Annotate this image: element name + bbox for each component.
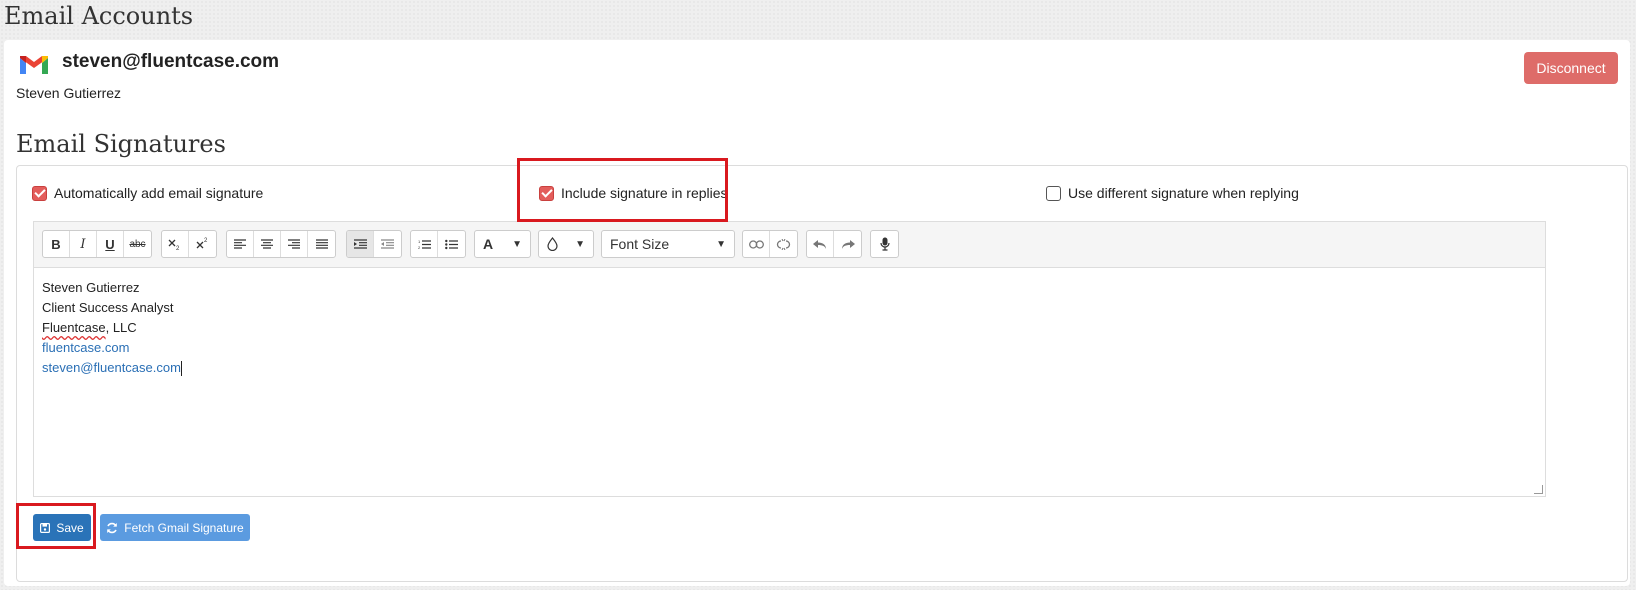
save-button-label: Save: [56, 520, 84, 535]
droplet-icon: [547, 237, 558, 251]
include-in-replies-checkbox[interactable]: Include signature in replies: [539, 185, 728, 201]
signature-content-area[interactable]: Steven Gutierrez Client Success Analyst …: [34, 268, 1545, 388]
italic-button[interactable]: I: [70, 231, 97, 257]
align-justify-icon[interactable]: [308, 231, 335, 257]
svg-text:2: 2: [204, 238, 208, 244]
svg-text:1: 1: [418, 239, 421, 244]
undo-icon[interactable]: [807, 231, 834, 257]
microphone-icon[interactable]: [871, 231, 898, 257]
checkbox-checked-icon[interactable]: [539, 185, 554, 201]
font-size-label: Font Size: [610, 236, 670, 252]
caret-down-icon: ▼: [575, 238, 585, 250]
list-group: 12: [410, 230, 466, 258]
indent-icon[interactable]: [347, 231, 374, 257]
signature-email-link[interactable]: steven@fluentcase.com: [42, 360, 181, 375]
align-center-icon[interactable]: [254, 231, 281, 257]
link-icon[interactable]: [743, 231, 770, 257]
font-color-dropdown[interactable]: A ▼: [474, 230, 531, 258]
redo-icon[interactable]: [834, 231, 861, 257]
different-reply-signature-label: Use different signature when replying: [1068, 185, 1299, 201]
signatures-section-title: Email Signatures: [16, 130, 226, 158]
unordered-list-icon[interactable]: [438, 231, 465, 257]
checkbox-unchecked-icon[interactable]: [1046, 185, 1061, 201]
floppy-disk-icon: [40, 522, 51, 533]
text-cursor: [180, 361, 182, 377]
save-button[interactable]: Save: [33, 514, 91, 541]
font-size-dropdown[interactable]: Font Size ▼: [601, 230, 735, 258]
voice-group: [870, 230, 899, 258]
page-title: Email Accounts: [4, 2, 194, 30]
fetch-gmail-signature-label: Fetch Gmail Signature: [124, 520, 244, 535]
auto-add-signature-label: Automatically add email signature: [54, 185, 264, 201]
signature-editor: B I U abc 2 2 1 2 A ▼ ▼ Font Size ▼ Stev…: [33, 221, 1546, 497]
signature-line-title: Client Success Analyst: [42, 300, 174, 315]
disconnect-button[interactable]: Disconnect: [1524, 52, 1618, 84]
account-email: steven@fluentcase.com: [62, 51, 280, 72]
underline-button[interactable]: U: [97, 231, 124, 257]
signature-website-link[interactable]: fluentcase.com: [42, 338, 1537, 358]
strikethrough-button[interactable]: abc: [124, 231, 151, 257]
bold-button[interactable]: B: [43, 231, 70, 257]
different-reply-signature-checkbox[interactable]: Use different signature when replying: [1046, 185, 1299, 201]
text-style-group: B I U abc: [42, 230, 152, 258]
company-suffix: , LLC: [105, 320, 137, 335]
signature-panel: Automatically add email signature Includ…: [16, 165, 1628, 582]
link-group: [742, 230, 798, 258]
background-color-dropdown[interactable]: ▼: [538, 230, 594, 258]
ordered-list-icon[interactable]: 12: [411, 231, 438, 257]
history-group: [806, 230, 862, 258]
resize-handle-icon[interactable]: [1534, 485, 1543, 494]
svg-text:2: 2: [418, 245, 421, 250]
signature-line-name: Steven Gutierrez: [42, 280, 140, 295]
signature-line-company: Fluentcase, LLC: [42, 318, 1537, 338]
alignment-group: [226, 230, 336, 258]
account-name: Steven Gutierrez: [16, 85, 122, 101]
caret-down-icon: ▼: [716, 238, 726, 250]
align-right-icon[interactable]: [281, 231, 308, 257]
misspelled-word: Fluentcase: [42, 320, 106, 335]
email-account-card: steven@fluentcase.com Steven Gutierrez D…: [4, 40, 1630, 586]
fetch-gmail-signature-button[interactable]: Fetch Gmail Signature: [100, 514, 250, 541]
superscript-icon[interactable]: 2: [189, 231, 216, 257]
align-left-icon[interactable]: [227, 231, 254, 257]
include-in-replies-label: Include signature in replies: [561, 185, 728, 201]
checkbox-checked-icon[interactable]: [32, 185, 47, 201]
caret-down-icon: ▼: [512, 238, 522, 250]
unlink-icon[interactable]: [770, 231, 797, 257]
refresh-icon: [107, 522, 118, 533]
subscript-icon[interactable]: 2: [162, 231, 189, 257]
svg-text:2: 2: [176, 246, 180, 251]
auto-add-signature-checkbox[interactable]: Automatically add email signature: [32, 185, 263, 201]
signature-line-email: steven@fluentcase.com: [42, 358, 1537, 378]
outdent-icon[interactable]: [374, 231, 401, 257]
font-color-icon: A: [483, 236, 494, 252]
script-group: 2 2: [161, 230, 217, 258]
editor-toolbar: B I U abc 2 2 1 2 A ▼ ▼ Font Size ▼: [34, 222, 1545, 268]
indent-group: [346, 230, 402, 258]
gmail-icon: [20, 56, 48, 74]
